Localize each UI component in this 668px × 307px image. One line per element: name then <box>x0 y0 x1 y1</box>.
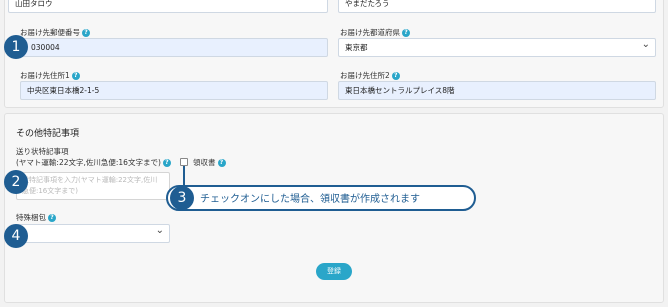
callout-text: チェックオンにした場合、領収書が作成されます <box>200 194 420 205</box>
annotation-marker-3: 3 <box>170 186 194 210</box>
address2-label: お届け先住所2? <box>340 70 400 81</box>
name-kana-field[interactable]: やまだたろう <box>338 0 656 13</box>
prefecture-label: お届け先都道府県? <box>340 27 410 38</box>
receipt-checkbox[interactable] <box>180 158 188 166</box>
annotation-marker-4: 4 <box>4 224 28 248</box>
question-circle-icon[interactable]: ? <box>402 29 410 37</box>
packing-label: 特殊梱包? <box>16 212 56 223</box>
address2-field[interactable]: 東日本橋セントラルプレイス8階 <box>338 81 656 100</box>
address1-label: お届け先住所1? <box>20 70 80 81</box>
postal-value: 030004 <box>31 43 60 52</box>
name-kana-value: やまだたろう <box>345 0 390 8</box>
prefecture-value: 東京都 <box>345 43 368 52</box>
question-circle-icon[interactable]: ? <box>217 159 226 167</box>
slip-notes-textarea[interactable]: 状特記事項を入力(ヤマト運輸:22文字,佐川急便:16文字まで) <box>16 172 170 200</box>
slip-placeholder: 状特記事項を入力(ヤマト運輸:22文字,佐川急便:16文字まで) <box>22 176 158 195</box>
slip-label: 送り状特記事項 <box>16 147 69 156</box>
section-title: その他特記事項 <box>16 129 80 139</box>
address2-value: 東日本橋セントラルプレイス8階 <box>345 86 455 95</box>
address1-field[interactable]: 中央区東日本橋2-1-5 <box>20 81 328 100</box>
prefecture-select[interactable]: 東京都 <box>338 38 656 57</box>
name-value: 山田タロウ <box>15 0 53 8</box>
receipt-label: 領収書? <box>193 157 226 168</box>
question-circle-icon[interactable]: ? <box>82 29 90 37</box>
question-circle-icon[interactable]: ? <box>162 159 171 167</box>
postal-label: お届け先郵便番号? <box>20 27 90 38</box>
special-packing-select[interactable] <box>16 224 170 243</box>
callout-connector <box>183 166 185 185</box>
question-circle-icon[interactable]: ? <box>391 72 400 80</box>
register-button[interactable]: 登録 <box>316 263 352 280</box>
name-field[interactable]: 山田タロウ <box>8 0 328 13</box>
question-circle-icon[interactable]: ? <box>71 72 80 80</box>
postal-code-field[interactable]: 030004 <box>20 38 328 57</box>
question-circle-icon[interactable]: ? <box>48 214 56 222</box>
annotation-marker-1: 1 <box>4 35 28 59</box>
slip-sublabel: (ヤマト運輸:22文字,佐川急便:16文字まで)? <box>16 157 171 168</box>
address1-value: 中央区東日本橋2-1-5 <box>27 86 100 95</box>
annotation-marker-2: 2 <box>4 170 28 194</box>
